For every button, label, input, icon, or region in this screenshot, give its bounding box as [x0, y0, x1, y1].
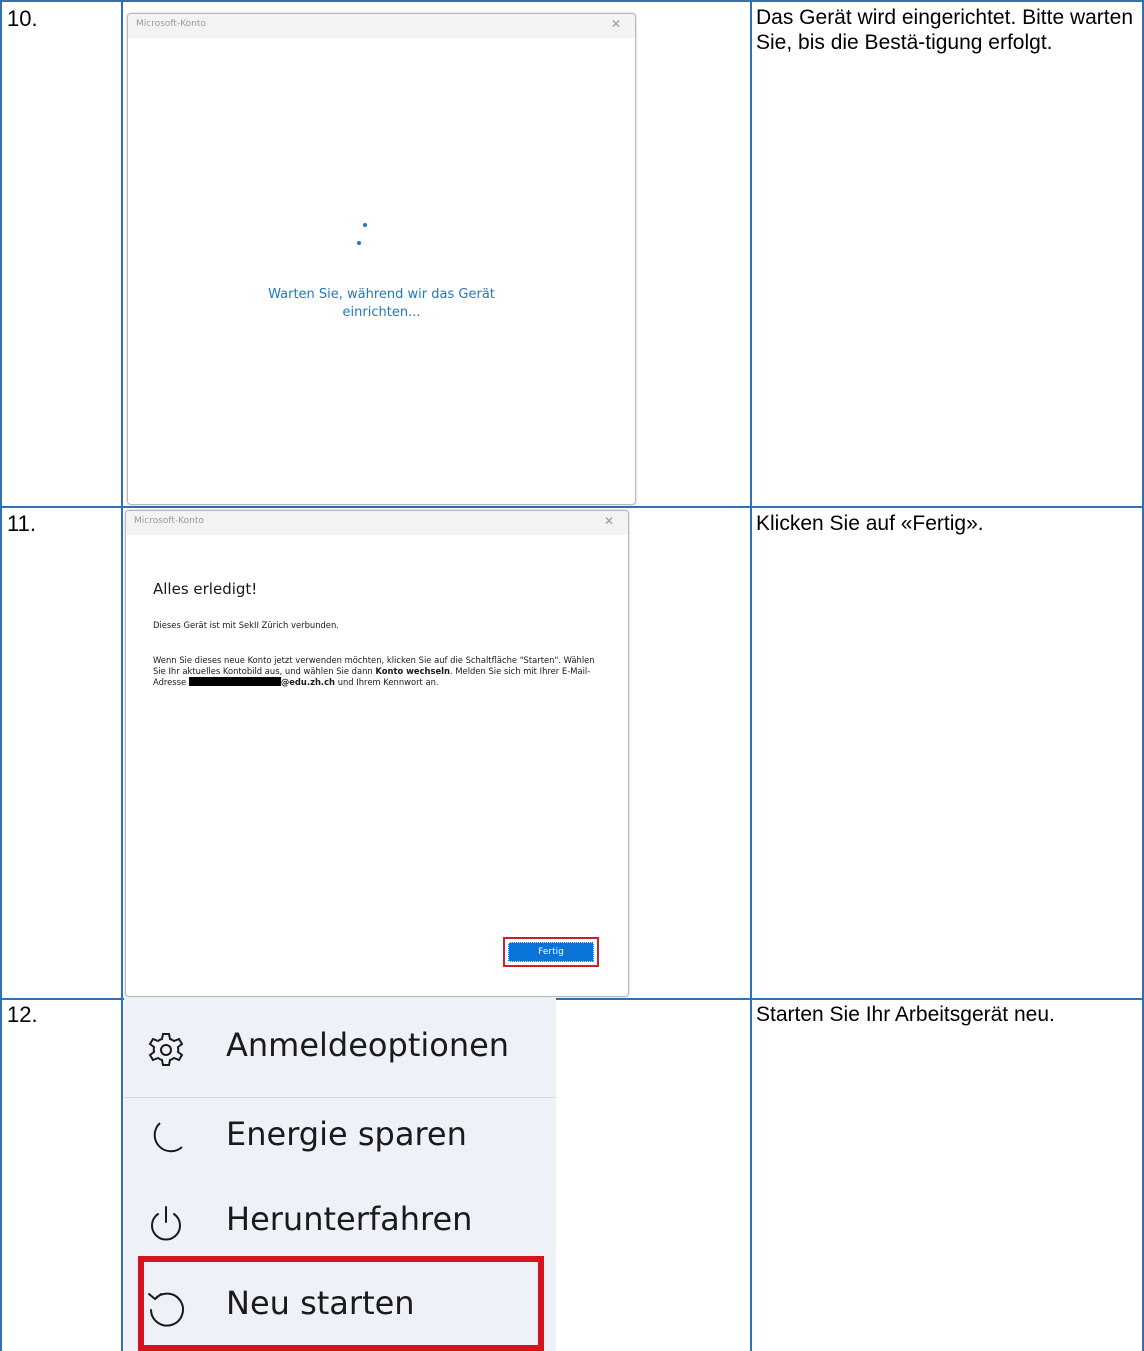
menu-item-anmeldeoptionen[interactable]: Anmeldeoptionen	[124, 1010, 556, 1094]
menu-item-label: Herunterfahren	[226, 1200, 473, 1238]
menu-item-label: Anmeldeoptionen	[226, 1026, 510, 1064]
close-icon[interactable]: ✕	[604, 514, 614, 528]
menu-item-label: Energie sparen	[226, 1115, 467, 1153]
menu-separator	[124, 1097, 556, 1098]
step-number: 11.	[7, 511, 36, 536]
close-icon[interactable]: ✕	[611, 17, 621, 31]
step-description: Das Gerät wird eingerichtet. Bitte warte…	[756, 6, 1133, 54]
microsoft-account-dialog-done: Microsoft-Konto ✕ Alles erledigt! Dieses…	[125, 510, 629, 997]
highlight-frame	[138, 1256, 544, 1351]
dialog-titlebar: Microsoft-Konto ✕	[126, 511, 628, 535]
instructions-text: Wenn Sie dieses neue Konto jetzt verwend…	[153, 655, 595, 687]
table-border-top	[0, 0, 1144, 2]
connected-text: Dieses Gerät ist mit SekII Zürich verbun…	[153, 620, 339, 630]
microsoft-account-dialog-waiting: Microsoft-Konto ✕ Warten Sie, während wi…	[127, 13, 636, 505]
step-number: 12.	[7, 1002, 38, 1027]
table-border-col1	[121, 0, 123, 1351]
redacted-username	[188, 677, 281, 686]
power-menu: Anmeldeoptionen Energie sparen Herunterf…	[124, 998, 556, 1351]
table-border-col2	[750, 0, 752, 1351]
dialog-titlebar: Microsoft-Konto ✕	[128, 14, 635, 38]
dialog-title: Microsoft-Konto	[134, 516, 204, 526]
power-icon	[151, 1206, 181, 1241]
instruction-table: 10. Das Gerät wird eingerichtet. Bitte w…	[0, 0, 1144, 1351]
gear-icon	[148, 1033, 184, 1066]
step-description: Starten Sie Ihr Arbeitsgerät neu.	[756, 1003, 1055, 1026]
step-description: Klicken Sie auf «Fertig».	[756, 512, 984, 535]
table-border-left	[0, 0, 2, 1351]
fertig-button[interactable]: Fertig	[508, 942, 594, 962]
wait-message: Warten Sie, während wir das Gerät einric…	[268, 287, 495, 320]
dialog-title: Microsoft-Konto	[136, 19, 206, 29]
dialog-heading: Alles erledigt!	[153, 580, 258, 598]
step-number: 10.	[7, 6, 38, 31]
highlight-frame: Fertig	[503, 937, 599, 967]
menu-item-energie-sparen[interactable]: Energie sparen	[124, 1099, 556, 1183]
table-row-divider-1	[0, 506, 1144, 508]
moon-icon	[153, 1122, 183, 1153]
